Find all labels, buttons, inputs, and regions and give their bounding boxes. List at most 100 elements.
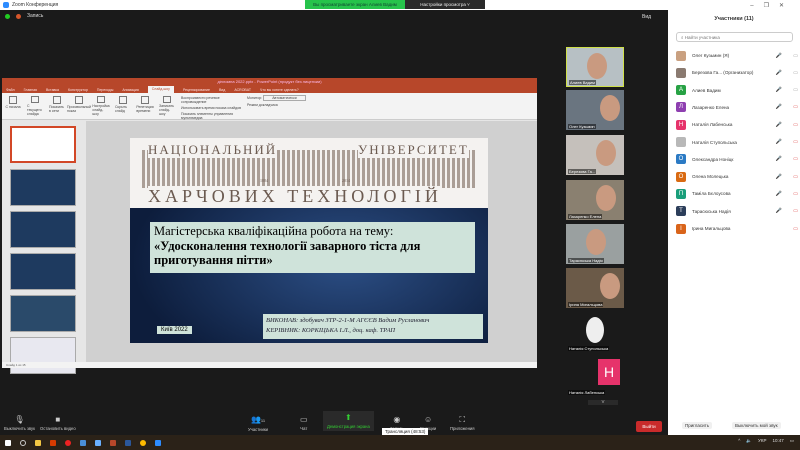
ribbon-setup-show[interactable]: Настройка слайд-шоу — [92, 96, 110, 116]
window-controls[interactable]: –❐✕ — [750, 2, 794, 9]
tab-review[interactable]: Рецензирование — [183, 88, 210, 92]
video-tile[interactable]: Лазаренко Елена — [566, 180, 624, 220]
show-hidden-icons[interactable]: ^ — [738, 438, 740, 444]
apps-button[interactable]: ⛶ Приложения — [450, 415, 475, 431]
app-icon[interactable] — [95, 439, 101, 446]
participant-row[interactable]: П Таміла Бєлоусова 🎤 ▭ — [676, 185, 798, 202]
search-icon[interactable] — [20, 439, 26, 446]
participant-row[interactable]: Н Наталія Лабенська 🎤 ▭ — [676, 116, 798, 133]
word-icon[interactable] — [125, 439, 131, 446]
explorer-icon[interactable] — [35, 439, 41, 446]
muted-mic-icon[interactable]: 🎤 — [766, 156, 782, 162]
slide-thumbnail[interactable] — [10, 337, 76, 374]
stop-video-button[interactable]: ■ Остановить видео — [40, 415, 76, 431]
window-title: Zoom Конференция — [12, 2, 59, 8]
opera-icon[interactable] — [65, 439, 71, 446]
avatar: Л — [676, 102, 686, 113]
clock[interactable]: 10:47 — [772, 438, 783, 444]
participant-row[interactable]: Олег Кузьмин (Я) 🎤 ▭ — [676, 47, 798, 64]
mute-button[interactable]: 🎙 Выключить звук — [4, 415, 35, 431]
slide-thumbnail[interactable] — [10, 295, 76, 332]
tab-insert[interactable]: Вставка — [46, 88, 59, 92]
tab-home[interactable]: Главная — [24, 88, 37, 92]
ribbon-rehearse[interactable]: Репетиция времени — [136, 96, 154, 116]
participant-row[interactable]: О Олена Молецька 🎤 ▭ — [676, 168, 798, 185]
check-presenter-view[interactable]: Режим докладчика — [247, 103, 327, 107]
participant-name: Наталія Ступольська — [692, 139, 737, 145]
check-media-controls[interactable]: Показать элементы управления мультимедиа — [181, 112, 241, 120]
participant-row[interactable]: А Алиев Вадим 🎤 ▭ — [676, 82, 798, 99]
ribbon-record[interactable]: Записать слайд-шоу — [159, 96, 175, 116]
participant-row[interactable]: Л Лазаренко Елена 🎤 ▭ — [676, 99, 798, 116]
muted-mic-icon[interactable]: 🎤 — [766, 139, 782, 145]
video-tile[interactable]: Тарасюська Надія — [566, 224, 624, 264]
slide-thumbnail[interactable] — [10, 169, 76, 206]
video-tile[interactable]: Алиев Вадим — [566, 47, 624, 87]
leave-button[interactable]: Выйти — [636, 421, 662, 432]
mute-me-button[interactable]: Выключить мой звук — [732, 422, 781, 429]
muted-mic-icon[interactable]: 🎤 — [766, 104, 782, 110]
video-off-icon: ▭ — [793, 104, 798, 111]
tab-acrobat[interactable]: ACROBAT — [234, 88, 251, 92]
tab-transitions[interactable]: Переходы — [97, 88, 113, 92]
video-tile[interactable]: Ірина Мигальцова — [566, 268, 624, 308]
muted-mic-icon[interactable]: 🎤 — [766, 208, 782, 214]
volume-icon[interactable]: 🔈 — [746, 438, 752, 444]
video-tile[interactable]: Олег Кузьмин — [566, 90, 624, 130]
tab-animation[interactable]: Анимация — [122, 88, 138, 92]
mic-icon[interactable]: 🎤 — [766, 53, 782, 59]
invite-button[interactable]: Пригласить — [682, 422, 713, 429]
chat-button[interactable]: ▭ Чат — [300, 415, 308, 431]
view-options-button[interactable]: Настройки просмотра ˅ — [405, 0, 485, 9]
participant-row[interactable]: Березова Га... (Организатор) 🎤 ▭ — [676, 64, 798, 81]
video-off-icon: ▭ — [793, 190, 798, 197]
ribbon-present-online[interactable]: Показать в сети — [49, 96, 65, 116]
zoom-taskbar-icon[interactable] — [155, 439, 161, 446]
powerpoint-icon[interactable] — [110, 439, 116, 446]
participants-button[interactable]: 👥11 Участники — [248, 415, 268, 432]
share-screen-button[interactable]: ⬆ Демонстрация экрана — [323, 411, 374, 431]
monitor-select[interactable]: Автоматически — [263, 95, 306, 101]
ribbon-custom-show[interactable]: Произвольный показ — [67, 96, 91, 116]
slide-city-year: Київ 2022 — [157, 326, 192, 334]
ribbon-from-current[interactable]: С текущего слайда — [27, 96, 43, 116]
slide-thumbnail[interactable] — [10, 126, 76, 163]
video-tile[interactable]: H Наталія Лабенська — [566, 356, 624, 396]
video-tile[interactable]: Наталія Ступольська — [566, 312, 624, 352]
mic-icon[interactable]: 🎤 — [766, 70, 782, 76]
tell-me-search[interactable]: Что вы хотите сделать? — [260, 88, 299, 92]
chrome-icon[interactable] — [140, 439, 146, 446]
participant-row[interactable]: Наталія Ступольська 🎤 ▭ — [676, 134, 798, 151]
video-tile[interactable]: Березова Га... — [566, 135, 624, 175]
participant-row[interactable]: О Олександра Ноніцк 🎤 ▭ — [676, 151, 798, 168]
calculator-icon[interactable] — [80, 439, 86, 446]
tab-view[interactable]: Вид — [219, 88, 225, 92]
participant-row[interactable]: Т Тарасюська Надія 🎤 ▭ — [676, 203, 798, 220]
office-icon[interactable] — [50, 439, 56, 446]
notifications-icon[interactable]: ▭ — [790, 438, 794, 444]
ribbon-from-beginning[interactable]: С начала — [5, 96, 21, 116]
ppt-ribbon-tabs: Файл Главная Вставка Конструктор Переходы Ани… — [2, 86, 537, 93]
view-button[interactable]: Вид — [642, 14, 651, 20]
participant-row[interactable]: І Ірина Мигальцова ▭ — [676, 220, 798, 237]
ribbon-hide-slide[interactable]: Скрыть слайд — [115, 96, 131, 116]
start-icon[interactable] — [5, 439, 11, 446]
participant-search-input[interactable]: ⌕ Найти участника — [676, 32, 793, 42]
record-icon — [16, 13, 21, 19]
mic-icon[interactable]: 🎤 — [766, 87, 782, 93]
muted-mic-icon[interactable]: 🎤 — [766, 122, 782, 128]
language-indicator[interactable]: УКР — [758, 438, 766, 444]
participant-name: Олег Кузьмин (Я) — [692, 53, 730, 58]
slide-thumbnail[interactable] — [10, 253, 76, 290]
slide-thumbnail[interactable] — [10, 211, 76, 248]
muted-mic-icon[interactable]: 🎤 — [766, 191, 782, 197]
video-camera-icon: ■ — [55, 415, 61, 424]
tab-design[interactable]: Конструктор — [68, 88, 88, 92]
tab-file[interactable]: Файл — [6, 88, 15, 92]
muted-mic-icon[interactable]: 🎤 — [766, 174, 782, 180]
tab-slideshow[interactable]: Слайд-шоу — [147, 86, 174, 93]
check-timings[interactable]: Использовать время показа слайдов — [181, 106, 241, 110]
check-narration[interactable]: Воспроизвести речевое сопровождение — [181, 96, 241, 104]
apps-icon: ⛶ — [459, 415, 466, 424]
share-screen-icon: ⬆ — [345, 413, 352, 422]
